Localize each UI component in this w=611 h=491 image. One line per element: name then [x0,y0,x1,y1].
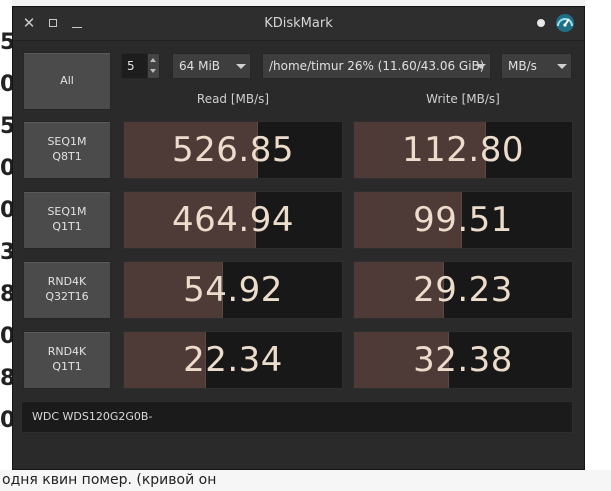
read-result-value: 464.94 [172,200,294,240]
read-result: 22.34 [123,331,343,389]
read-column-header: Read [MB/s] [196,92,270,106]
test-label: RND4K Q32T16 [45,275,89,303]
background-page: 5 0 5 0 0 3 8 0 8 0 [0,0,12,491]
status-dot-icon [537,19,545,27]
background-glyph: 0 [0,408,12,433]
all-button[interactable]: All [23,52,111,110]
kdiskmark-window: ✕ KDiskMark All 5 64 MiB /home/timur 26%… [12,6,585,470]
gauge-icon [556,14,574,32]
background-glyph: 0 [0,324,12,349]
target-select-value: /home/timur 26% (11.60/43.06 GiB) [269,59,485,73]
background-glyph: 0 [0,72,12,97]
read-result: 54.92 [123,261,343,319]
write-result: 99.51 [353,191,573,249]
titlebar: ✕ KDiskMark [13,7,584,41]
read-result-value: 54.92 [183,270,283,310]
read-result-value: 526.85 [172,130,294,170]
background-glyph: 3 [0,240,12,265]
background-glyph: 0 [0,198,12,223]
write-result-value: 112.80 [402,130,524,170]
device-info: WDC WDS120G2G0B- [21,401,573,433]
size-select-value: 64 MiB [179,59,221,73]
write-result-value: 32.38 [413,340,513,380]
read-result: 526.85 [123,121,343,179]
write-result-value: 29.23 [413,270,513,310]
write-result-value: 99.51 [413,200,513,240]
stepper-down-icon[interactable] [150,69,156,73]
write-column-header: Write [MB/s] [426,92,500,106]
test-label: RND4K Q1T1 [47,345,87,373]
test-button-seq1m-q8t1[interactable]: SEQ1M Q8T1 [23,121,111,179]
test-label: SEQ1M Q1T1 [47,205,87,233]
chevron-down-icon [476,64,486,69]
read-result-value: 22.34 [183,340,283,380]
chevron-down-icon [557,64,567,69]
test-button-rnd4k-q1t1[interactable]: RND4K Q1T1 [23,331,111,389]
loops-stepper[interactable] [147,53,160,79]
background-page-right [585,0,611,491]
test-button-rnd4k-q32t16[interactable]: RND4K Q32T16 [23,261,111,319]
chevron-down-icon [236,64,246,69]
unit-select[interactable]: MB/s [501,53,572,79]
background-glyph: 5 [0,30,12,55]
write-result: 32.38 [353,331,573,389]
write-result: 112.80 [353,121,573,179]
all-button-label: All [60,73,74,87]
stepper-up-icon[interactable] [150,58,156,62]
background-glyph: 0 [0,156,12,181]
unit-select-value: MB/s [508,59,537,73]
background-glyph: 8 [0,366,12,391]
loops-input[interactable]: 5 [121,53,149,79]
target-select[interactable]: /home/timur 26% (11.60/43.06 GiB) [262,53,491,79]
write-result: 29.23 [353,261,573,319]
window-title: KDiskMark [264,16,333,31]
read-result: 464.94 [123,191,343,249]
test-label: SEQ1M Q8T1 [47,135,87,163]
test-button-seq1m-q1t1[interactable]: SEQ1M Q1T1 [23,191,111,249]
size-select[interactable]: 64 MiB [172,53,251,79]
background-glyph: 5 [0,114,12,139]
background-glyph: 8 [0,282,12,307]
background-text: одня квин помер. (кривой он [0,470,611,491]
